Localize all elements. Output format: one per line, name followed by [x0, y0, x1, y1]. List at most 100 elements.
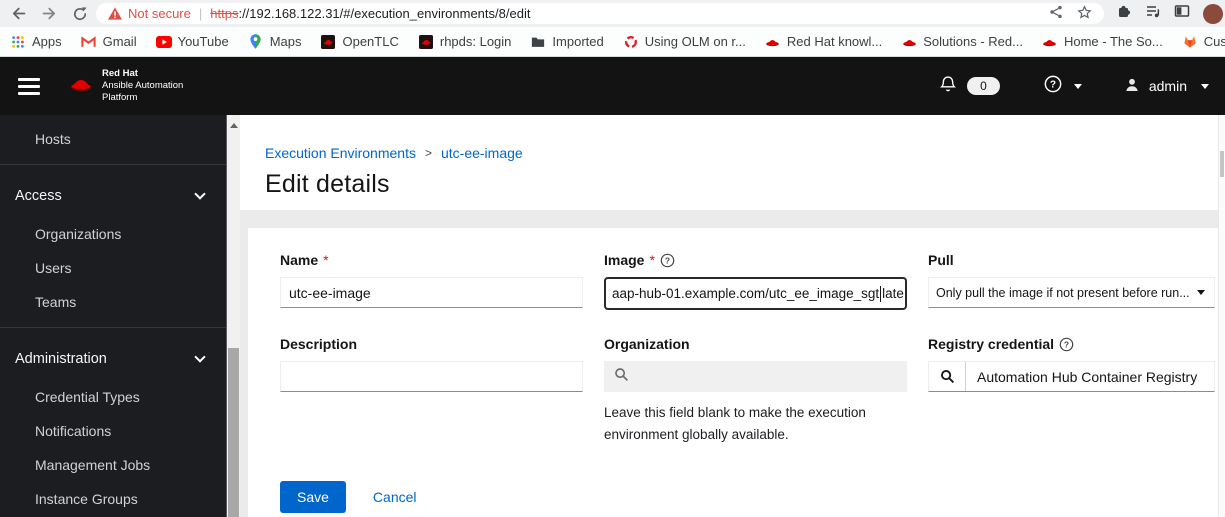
forward-icon[interactable] — [41, 5, 58, 22]
registry-credential-lookup: Automation Hub Container Registry — [928, 361, 1215, 392]
sidebar-item-instance-groups[interactable]: Instance Groups — [0, 482, 226, 516]
bookmark-apps[interactable]: Apps — [10, 34, 62, 50]
bookmark-label: YouTube — [178, 34, 229, 49]
notification-count-badge[interactable]: 0 — [967, 77, 1000, 95]
edit-details-card: Name * Image * ? a — [248, 228, 1218, 517]
bookmark-rhpds[interactable]: rhpds: Login — [418, 34, 512, 50]
breadcrumb-link-execution-environments[interactable]: Execution Environments — [265, 145, 416, 161]
sidebar-item-organizations[interactable]: Organizations — [0, 217, 226, 251]
edit-details-form: Name * Image * ? a — [280, 252, 1218, 445]
breadcrumb-separator: > — [425, 146, 432, 160]
pull-field-group: Pull Only pull the image if not present … — [928, 252, 1215, 310]
sidebar-item-credential-types[interactable]: Credential Types — [0, 380, 226, 414]
browser-profile-avatar[interactable] — [1203, 4, 1223, 24]
red-hat-fedora-icon — [901, 34, 917, 50]
reload-icon[interactable] — [72, 6, 88, 22]
image-value-after-cursor: late — [882, 286, 904, 301]
bookmark-label: Using OLM on r... — [645, 34, 746, 49]
red-hat-app-icon — [320, 34, 336, 50]
image-label: Image — [604, 252, 644, 268]
pull-select[interactable]: Only pull the image if not present befor… — [928, 277, 1215, 308]
sidebar-group-label: Access — [15, 188, 62, 204]
back-icon[interactable] — [10, 5, 27, 22]
svg-text:?: ? — [1064, 339, 1069, 349]
apps-grid-icon — [10, 34, 26, 50]
bookmark-label: Red Hat knowl... — [787, 34, 882, 49]
cancel-button[interactable]: Cancel — [373, 489, 417, 505]
sidebar-item-notifications[interactable]: Notifications — [0, 414, 226, 448]
security-warning-label[interactable]: Not secure — [128, 6, 191, 21]
security-warning-icon — [108, 7, 122, 20]
registry-credential-value[interactable]: Automation Hub Container Registry — [966, 362, 1214, 391]
image-field-group: Image * ? aap-hub-01.example.com/utc_ee_… — [604, 252, 907, 310]
extensions-puzzle-icon[interactable] — [1116, 3, 1132, 24]
chevron-down-icon — [194, 188, 205, 199]
brand-line3: Platform — [102, 92, 183, 104]
bookmark-customer-success[interactable]: Customer Succ... — [1182, 34, 1225, 50]
bookmark-label: Apps — [32, 34, 62, 49]
red-hat-fedora-icon — [1042, 34, 1058, 50]
sidebar-group-administration[interactable]: Administration — [0, 336, 226, 380]
browser-window: Not secure | https://192.168.122.31/#/ex… — [0, 0, 1225, 517]
sidebar-group-access[interactable]: Access — [0, 173, 226, 217]
bookmark-star-icon[interactable] — [1077, 5, 1092, 23]
help-icon[interactable]: ? — [1044, 75, 1062, 98]
name-input[interactable] — [280, 277, 583, 308]
organization-lookup-input[interactable] — [604, 361, 907, 392]
name-field-group: Name * — [280, 252, 583, 310]
form-actions: Save Cancel — [280, 481, 1218, 513]
bookmark-label: Solutions - Red... — [923, 34, 1023, 49]
sidebar-item-management-jobs[interactable]: Management Jobs — [0, 448, 226, 482]
notifications-bell-icon[interactable] — [939, 75, 957, 98]
sidebar-scrollbar-thumb[interactable] — [228, 348, 239, 517]
bookmark-imported[interactable]: Imported — [530, 34, 603, 50]
registry-credential-field-group: Registry credential ? Automation Hub Con… — [928, 336, 1215, 445]
pull-selected-value: Only pull the image if not present befor… — [936, 286, 1193, 300]
bookmark-label: Imported — [552, 34, 603, 49]
gitlab-icon — [1182, 34, 1198, 50]
page-scrollbar-thumb[interactable] — [1220, 151, 1224, 177]
bookmark-youtube[interactable]: YouTube — [156, 34, 229, 50]
sidebar-scrollbar[interactable] — [226, 115, 240, 517]
share-icon[interactable] — [1049, 5, 1063, 22]
bookmark-olm[interactable]: Using OLM on r... — [623, 34, 746, 50]
image-help-icon[interactable]: ? — [660, 253, 675, 268]
side-panel-icon[interactable] — [1174, 3, 1190, 24]
user-dropdown-caret-icon[interactable] — [1201, 84, 1209, 89]
page-scrollbar[interactable] — [1218, 115, 1225, 517]
sidebar-divider — [0, 327, 226, 328]
bookmark-solutions[interactable]: Solutions - Red... — [901, 34, 1023, 50]
bookmark-label: rhpds: Login — [440, 34, 512, 49]
breadcrumb-link-utc-ee-image[interactable]: utc-ee-image — [441, 145, 523, 161]
url-text[interactable]: https://192.168.122.31/#/execution_envir… — [210, 6, 1039, 21]
registry-credential-search-button[interactable] — [929, 362, 966, 391]
help-dropdown-caret-icon[interactable] — [1074, 84, 1082, 89]
image-input[interactable]: aap-hub-01.example.com/utc_ee_image_sgt … — [604, 277, 907, 310]
scroll-up-icon[interactable] — [230, 123, 238, 128]
description-input[interactable] — [280, 361, 583, 392]
sidebar-item-users[interactable]: Users — [0, 251, 226, 285]
brand-logo[interactable]: Red Hat Ansible Automation Platform — [68, 68, 183, 104]
youtube-icon — [156, 34, 172, 50]
description-label: Description — [280, 336, 357, 352]
playlist-extension-icon[interactable] — [1145, 3, 1161, 24]
bookmark-opentlc[interactable]: OpenTLC — [320, 34, 398, 50]
bookmark-redhat-knowledge[interactable]: Red Hat knowl... — [765, 34, 882, 50]
registry-credential-help-icon[interactable]: ? — [1059, 337, 1074, 352]
save-button[interactable]: Save — [280, 481, 346, 513]
address-bar[interactable]: Not secure | https://192.168.122.31/#/ex… — [96, 3, 1104, 24]
search-icon — [614, 367, 629, 387]
sidebar-group-label: Administration — [15, 351, 107, 367]
folder-icon — [530, 34, 546, 50]
user-menu[interactable]: admin — [1124, 77, 1187, 96]
nav-toggle-icon[interactable] — [18, 74, 40, 99]
page-section: Name * Image * ? a — [240, 210, 1218, 517]
bookmark-home[interactable]: Home - The So... — [1042, 34, 1163, 50]
bookmark-gmail[interactable]: Gmail — [81, 34, 137, 50]
sidebar-item-teams[interactable]: Teams — [0, 285, 226, 319]
svg-text:?: ? — [1050, 79, 1056, 90]
pull-label: Pull — [928, 252, 954, 268]
bookmark-maps[interactable]: Maps — [248, 34, 302, 50]
sidebar-item-hosts[interactable]: Hosts — [0, 122, 226, 156]
red-hat-fedora-icon — [765, 34, 781, 50]
